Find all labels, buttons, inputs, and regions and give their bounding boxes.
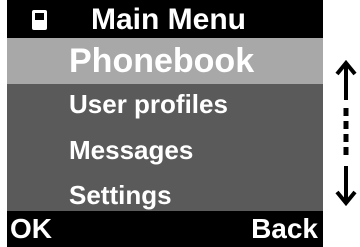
menu-item-label: Settings bbox=[69, 180, 172, 210]
screen-title: Main Menu bbox=[91, 3, 246, 36]
menu-item-phonebook[interactable]: Phonebook bbox=[7, 38, 323, 84]
scroll-up-down-icon bbox=[335, 59, 357, 207]
main-menu-list: Phonebook User profiles Messages Setting… bbox=[7, 38, 323, 211]
back-softkey[interactable]: Back bbox=[251, 211, 318, 247]
screen-header: Main Menu bbox=[7, 0, 323, 38]
phone-icon bbox=[32, 10, 47, 30]
menu-item-label: User profiles bbox=[69, 89, 228, 119]
menu-item-label: Messages bbox=[69, 135, 194, 165]
menu-item-label: Phonebook bbox=[69, 42, 255, 80]
menu-item-messages[interactable]: Messages bbox=[7, 127, 323, 173]
ok-softkey[interactable]: OK bbox=[10, 211, 52, 247]
phone-screen: Main Menu Phonebook User profiles Messag… bbox=[7, 0, 323, 247]
menu-item-user-profiles[interactable]: User profiles bbox=[7, 81, 323, 127]
softkey-bar: OK Back bbox=[7, 211, 323, 247]
